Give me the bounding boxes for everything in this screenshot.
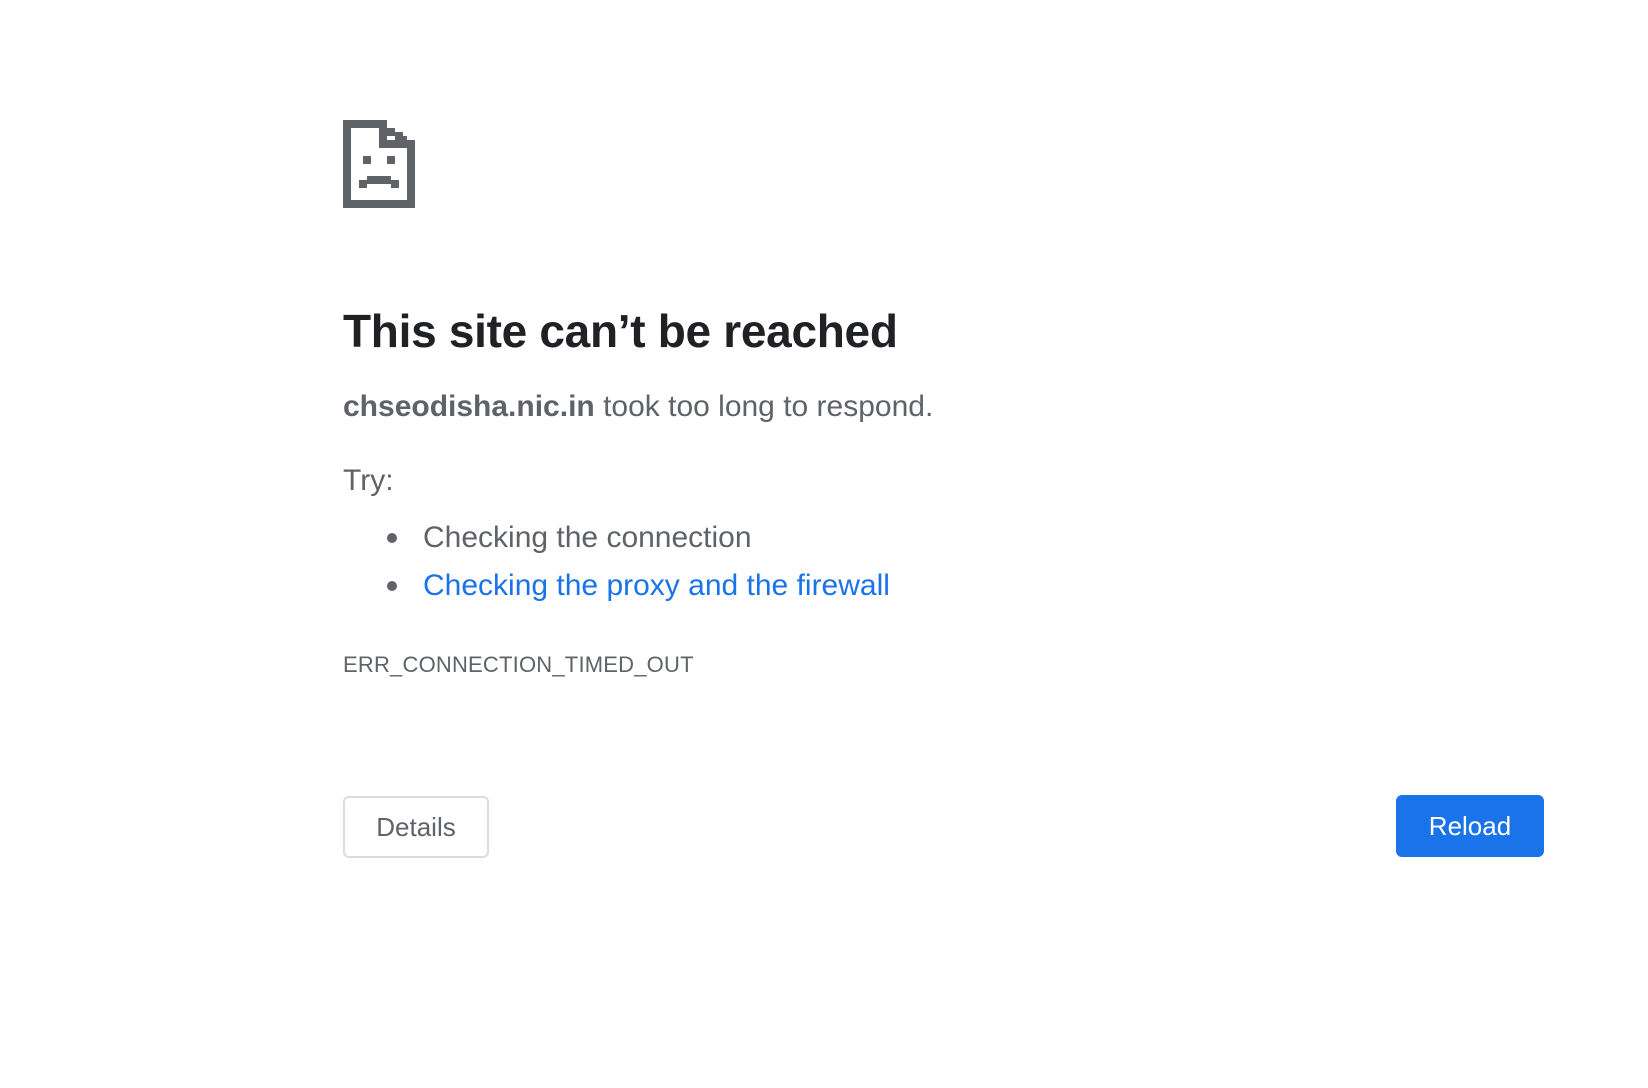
error-page: This site can’t be reached chseodisha.ni… [0,0,1648,1088]
reload-button[interactable]: Reload [1396,795,1544,857]
suggestion-item: Checking the connection [387,514,1543,562]
suggestion-item: Checking the proxy and the firewall [387,562,1543,610]
page-title: This site can’t be reached [343,305,898,357]
sad-document-icon [343,120,415,208]
suggestion-check-connection: Checking the connection [423,521,752,555]
bullet-icon [387,581,397,592]
suggestion-proxy-firewall-link[interactable]: Checking the proxy and the firewall [423,569,890,602]
summary-message: took too long to respond. [594,390,934,424]
details-button[interactable]: Details [343,796,489,858]
suggestions-list: Checking the connection Checking the pro… [343,514,1543,610]
host-name: chseodisha.nic.in [343,390,595,424]
error-summary: chseodisha.nic.in took too long to respo… [343,387,1543,426]
try-label: Try: [343,464,394,498]
error-content: This site can’t be reached chseodisha.ni… [343,120,1543,678]
bullet-icon [387,533,397,544]
error-code: ERR_CONNECTION_TIMED_OUT [343,652,694,678]
